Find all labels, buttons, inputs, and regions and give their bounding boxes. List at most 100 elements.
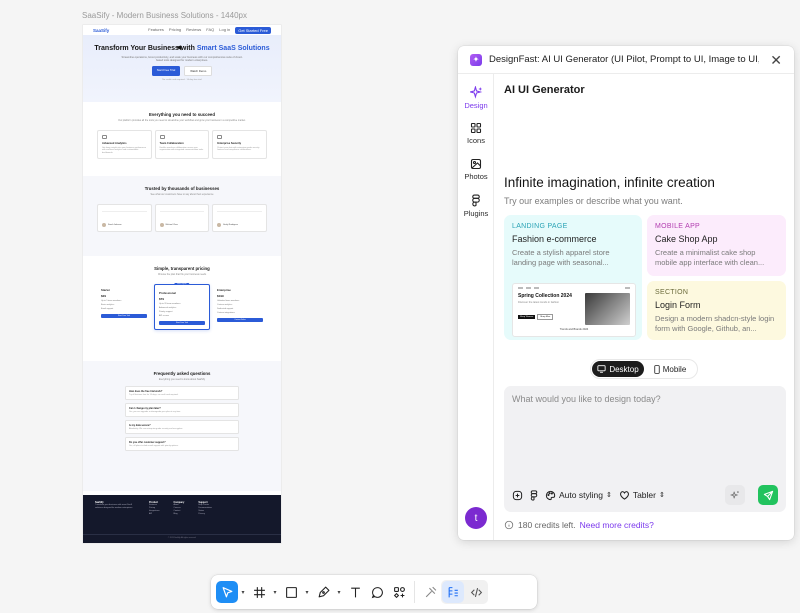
text-tool-button[interactable] — [344, 581, 366, 603]
frame-plan-feature: Email support — [101, 308, 114, 310]
frame-plan-name: Starter — [101, 288, 111, 292]
team-icon — [159, 135, 165, 139]
heart-icon — [619, 491, 629, 500]
avatar[interactable]: t — [465, 507, 487, 529]
hero-title: Infinite imagination, infinite creation — [504, 175, 715, 190]
code-icon — [470, 587, 482, 597]
example-card-mobile-app[interactable]: MOBILE APP Cake Shop App Create a minima… — [647, 215, 786, 276]
frame-plan-feature: Up to 20 team members — [159, 303, 181, 305]
frame-faq-q: Do you offer customer support? — [129, 441, 166, 444]
design-mode-button[interactable] — [442, 581, 464, 603]
chevron-down-icon[interactable]: ▾ — [238, 589, 248, 596]
prompt-input[interactable]: What would you like to design today? — [512, 394, 661, 404]
sidebar-item-plugins[interactable]: Plugins — [458, 182, 494, 218]
frame-feature-title: Advanced Analytics — [102, 142, 127, 145]
avatar — [159, 222, 164, 227]
sidebar-item-label: Photos — [464, 172, 488, 181]
frame-hero-title-accent: Smart SaaS Solutions — [196, 45, 270, 52]
frame-footer-copyright: © 2024 SaaSify. All rights reserved. — [83, 534, 281, 539]
frame-feature-cards: Advanced Analytics Get deep insights int… — [97, 130, 268, 160]
figma-icon — [530, 489, 538, 501]
frame-faq-a: Absolutely. We use enterprise-grade secu… — [129, 428, 183, 430]
send-button[interactable] — [758, 485, 778, 505]
shape-tool-button[interactable] — [280, 581, 302, 603]
prompt-toolbar: Auto styling ⇕ Tabler ⇕ — [512, 485, 778, 505]
close-icon[interactable]: ✕ — [770, 53, 782, 67]
mobile-toggle-button[interactable]: Mobile — [644, 361, 696, 377]
frame-footer-link: API — [149, 513, 153, 515]
preview-title: Spring Collection 2024 — [518, 293, 572, 299]
draw-pencil-icon — [425, 586, 436, 597]
preview-btn: Shop Women — [518, 315, 536, 319]
enhance-prompt-button[interactable] — [725, 485, 745, 505]
example-card-section[interactable]: SECTION Login Form Design a modern shadc… — [647, 281, 786, 340]
example-name: Fashion e-commerce — [512, 234, 597, 244]
credits-row: 180 credits left. Need more credits? — [504, 520, 654, 530]
frame-plan-price: $29 — [101, 294, 107, 298]
plus-circle-icon — [512, 490, 523, 500]
chevron-down-icon[interactable]: ▾ — [270, 589, 280, 596]
figma-import-button[interactable] — [530, 489, 538, 501]
chevron-down-icon[interactable]: ▾ — [334, 589, 344, 596]
palette-icon — [545, 490, 556, 500]
bottom-toolbar: ▾ ▾ ▾ ▾ — [211, 575, 537, 609]
framework-label: Tabler — [632, 490, 656, 500]
pen-tool-button[interactable] — [312, 581, 334, 603]
actions-tool-button[interactable] — [388, 581, 410, 603]
frame-pricing-sub: Choose the plan that fits your business … — [157, 273, 207, 276]
chevron-down-icon[interactable]: ▾ — [302, 589, 312, 596]
frame-feature-card: Team Collaboration Enable seamless colla… — [154, 130, 210, 160]
sidebar-item-photos[interactable]: Photos — [458, 146, 494, 182]
frame-testimonial-card: Sarah Johnson — [97, 204, 152, 232]
sidebar-item-label: Icons — [467, 136, 485, 145]
frame-faq-title: Frequently asked questions — [153, 371, 211, 376]
sidebar-item-design[interactable]: Design — [458, 74, 494, 110]
frame-pricing-title: Simple, transparent pricing — [154, 266, 210, 271]
auto-styling-dropdown[interactable]: Auto styling ⇕ — [545, 490, 612, 501]
plugin-header[interactable]: ✦ DesignFast: AI UI Generator (UI Pilot,… — [458, 46, 794, 74]
frame-faq-q: Can I change my plan later? — [129, 407, 161, 410]
frame-plan-feature: Basic analytics — [101, 304, 115, 306]
frame-faq-sub: Everything you need to know about SaaSif… — [158, 378, 206, 381]
comment-icon — [371, 586, 383, 598]
frame-plan-feature: Unlimited team members — [217, 300, 240, 302]
example-tag: SECTION — [655, 289, 689, 296]
pen-icon — [318, 586, 329, 597]
more-credits-link[interactable]: Need more credits? — [580, 520, 654, 530]
plugin-sidebar: Design Icons Photos Plugins t — [458, 74, 494, 540]
frame-nav-link: Pricing — [168, 26, 182, 32]
example-card-landing-page[interactable]: LANDING PAGE Fashion e-commerce Create a… — [504, 215, 642, 340]
monitor-icon — [597, 365, 606, 373]
frame-plan-feature: Up to 5 team members — [101, 300, 122, 302]
dev-mode-button[interactable] — [465, 581, 487, 603]
desktop-toggle-button[interactable]: Desktop — [592, 361, 644, 377]
plugin-panel[interactable]: ✦ DesignFast: AI UI Generator (UI Pilot,… — [458, 46, 794, 540]
add-button[interactable] — [512, 490, 523, 501]
frame-testimonial-author: Michael Chen — [159, 222, 205, 227]
sidebar-item-label: Plugins — [463, 209, 489, 218]
draw-mode-button[interactable] — [419, 581, 441, 603]
frame-feature-desc: Enable seamless collaboration across you… — [159, 146, 204, 152]
mode-switcher — [441, 580, 488, 604]
frame-title[interactable]: SaaSify - Modern Business Solutions - 14… — [82, 11, 247, 20]
frame-nav-links: Features Pricing Reviews FAQ Log in Get … — [148, 26, 271, 34]
toolbar-divider — [414, 581, 415, 603]
frame-faq-a: Yes, you can upgrade or downgrade your p… — [129, 411, 181, 413]
sidebar-item-icons[interactable]: Icons — [458, 110, 494, 146]
move-tool-button[interactable] — [216, 581, 238, 603]
chart-icon — [102, 135, 107, 139]
framework-dropdown[interactable]: Tabler ⇕ — [619, 490, 665, 500]
page-title: AI UI Generator — [504, 84, 585, 96]
frame-plan-cta: Contact Sales — [217, 318, 263, 322]
sidebar-item-label: Design — [464, 101, 488, 110]
frame-faq-list: How does the free trial work? Try all fea… — [97, 386, 267, 451]
comment-tool-button[interactable] — [366, 581, 388, 603]
sparkle-icon — [469, 86, 482, 99]
frame-plan-feature: Custom integrations — [217, 312, 235, 314]
shield-icon — [217, 135, 223, 139]
frame-testimonial-text — [217, 210, 263, 219]
frame-tool-button[interactable] — [248, 581, 270, 603]
cursor-icon — [222, 586, 232, 597]
design-frame[interactable]: SaaSify Features Pricing Reviews FAQ Log… — [83, 25, 281, 543]
grid-icon — [470, 122, 482, 134]
